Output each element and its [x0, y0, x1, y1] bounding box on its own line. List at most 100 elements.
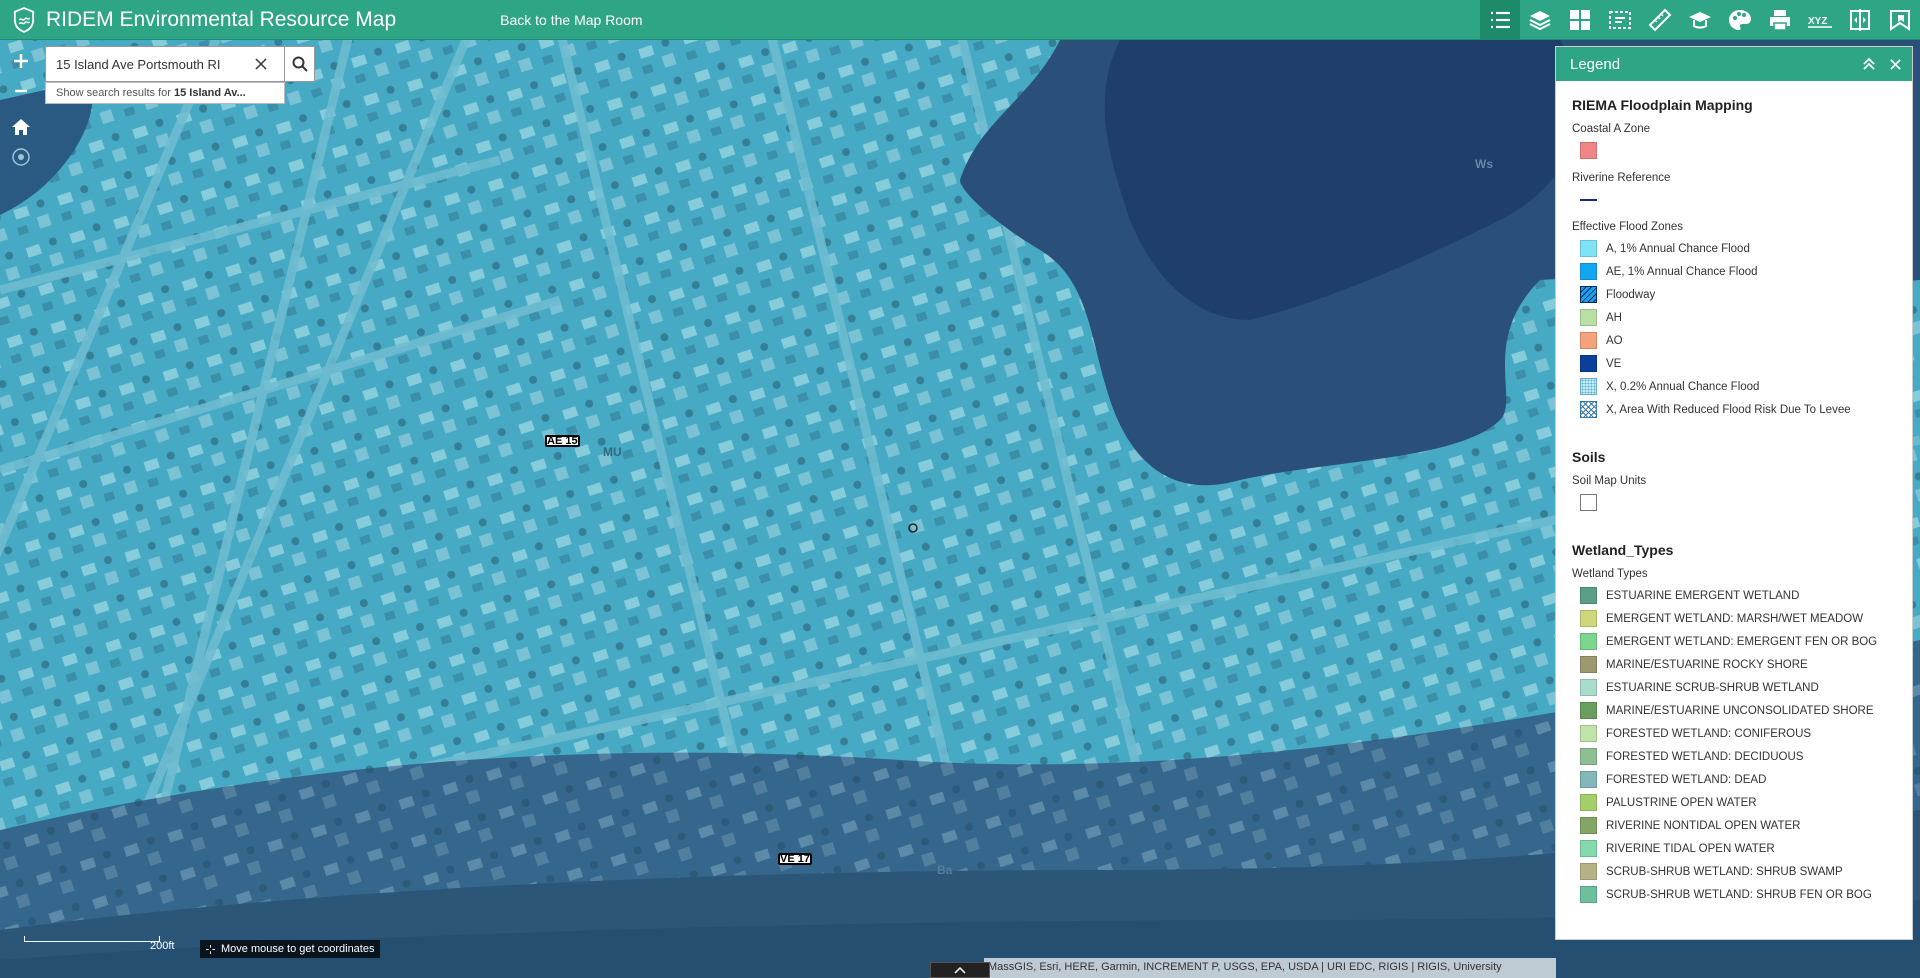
legend-swatch	[1580, 679, 1597, 696]
legend-swatch	[1580, 332, 1597, 349]
legend-swatch	[1580, 817, 1597, 834]
legend-item-label: EMERGENT WETLAND: EMERGENT FEN OR BOG	[1606, 635, 1878, 648]
legend-item: RIVERINE NONTIDAL OPEN WATER	[1572, 814, 1896, 837]
attribution-toggle-button[interactable]	[930, 962, 990, 978]
legend-item: X, 0.2% Annual Chance Flood	[1572, 375, 1896, 398]
measure-tool-button[interactable]	[1640, 0, 1680, 40]
legend-item: SCRUB-SHRUB WETLAND: SHRUB SWAMP	[1572, 860, 1896, 883]
legend-swatch	[1580, 142, 1597, 159]
legend-body: RIEMA Floodplain Mapping Coastal A Zone Ri…	[1556, 81, 1912, 928]
legend-item-label: FORESTED WETLAND: DECIDUOUS	[1606, 750, 1804, 763]
my-location-button[interactable]	[6, 142, 36, 172]
legend-group-title: Effective Flood Zones	[1572, 221, 1684, 233]
legend-item-label: AH	[1606, 311, 1622, 324]
basemap-gallery-icon	[1570, 10, 1590, 30]
legend-item: AO	[1572, 329, 1896, 352]
search-input[interactable]	[46, 56, 246, 72]
minus-icon	[15, 89, 27, 93]
layers-tool-button[interactable]	[1520, 0, 1560, 40]
education-tool-button[interactable]	[1680, 0, 1720, 40]
legend-swatch	[1580, 378, 1597, 395]
legend-collapse-button[interactable]	[1860, 55, 1878, 73]
swipe-icon	[1850, 9, 1870, 31]
zoom-out-button[interactable]	[6, 76, 36, 106]
legend-item: AE, 1% Annual Chance Flood	[1572, 260, 1896, 283]
xyz-coordinates-icon: XYZ	[1808, 16, 1832, 28]
zoom-in-button[interactable]	[6, 46, 36, 76]
legend-swatch	[1580, 610, 1597, 627]
legend-item-label: X, 0.2% Annual Chance Flood	[1606, 380, 1760, 393]
legend-item: MARINE/ESTUARINE UNCONSOLIDATED SHORE	[1572, 699, 1896, 722]
crosshair-icon	[206, 944, 215, 954]
legend-swatch	[1580, 494, 1597, 511]
legend-swatch	[1580, 771, 1597, 788]
basemap-gallery-button[interactable]	[1560, 0, 1600, 40]
legend-icon	[1491, 11, 1510, 29]
theme-tool-button[interactable]	[1720, 0, 1760, 40]
legend-item-label: MARINE/ESTUARINE ROCKY SHORE	[1606, 658, 1808, 671]
home-button[interactable]	[6, 112, 36, 142]
legend-item-label: X, Area With Reduced Flood Risk Due To L…	[1606, 403, 1851, 416]
double-chevron-up-icon	[1863, 57, 1875, 70]
legend-item-label: RIVERINE NONTIDAL OPEN WATER	[1606, 819, 1801, 832]
close-icon	[1889, 58, 1901, 70]
legend-item-label: ESTUARINE EMERGENT WETLAND	[1606, 589, 1800, 602]
app-window: RIDEM Environmental Resource Map Back to…	[0, 0, 1920, 978]
soil-label-ba: Ba	[937, 863, 953, 877]
search-button[interactable]	[285, 46, 315, 82]
swipe-tool-button[interactable]	[1840, 0, 1880, 40]
flood-zone-label-ae15: AE 15	[545, 435, 580, 447]
legend-group-title: Wetland Types	[1572, 568, 1648, 580]
coordinates-readout[interactable]: Move mouse to get coordinates	[200, 940, 381, 958]
select-tool-button[interactable]	[1600, 0, 1640, 40]
scale-label: 200ft	[150, 940, 175, 952]
legend-item: A, 1% Annual Chance Flood	[1572, 237, 1896, 260]
legend-swatch	[1580, 702, 1597, 719]
legend-swatch	[1580, 240, 1597, 257]
bookmark-tool-button[interactable]	[1880, 0, 1920, 40]
legend-item-label: ESTUARINE SCRUB-SHRUB WETLAND	[1606, 681, 1819, 694]
legend-swatch	[1580, 748, 1597, 765]
back-to-map-room-link[interactable]: Back to the Map Room	[500, 12, 642, 28]
search-icon	[292, 56, 308, 72]
app-header: RIDEM Environmental Resource Map Back to…	[0, 0, 1920, 40]
print-tool-button[interactable]	[1760, 0, 1800, 40]
legend-swatch	[1580, 886, 1597, 903]
legend-item: ESTUARINE SCRUB-SHRUB WETLAND	[1572, 676, 1896, 699]
legend-item: SCRUB-SHRUB WETLAND: SHRUB FEN OR BOG	[1572, 883, 1896, 906]
widget-toolbar: XYZ	[1480, 0, 1920, 40]
legend-group-title: Riverine Reference	[1572, 172, 1671, 184]
legend-item-label: MARINE/ESTUARINE UNCONSOLIDATED SHORE	[1606, 704, 1874, 717]
legend-swatch	[1580, 840, 1597, 857]
legend-swatch	[1580, 286, 1597, 303]
bookmark-icon	[1890, 10, 1910, 31]
legend-item-label: RIVERINE TIDAL OPEN WATER	[1606, 842, 1775, 855]
legend-item: PALUSTRINE OPEN WATER	[1572, 791, 1896, 814]
legend-tool-button[interactable]	[1480, 0, 1520, 40]
legend-item	[1572, 491, 1896, 514]
clear-search-button[interactable]	[246, 47, 276, 81]
legend-swatch	[1580, 656, 1597, 673]
suggestion-prefix: Show search results for	[56, 87, 174, 99]
legend-swatch	[1580, 587, 1597, 604]
search-suggestion[interactable]: Show search results for 15 Island Av...	[45, 82, 285, 104]
legend-item: FORESTED WETLAND: DEAD	[1572, 768, 1896, 791]
close-icon	[255, 58, 267, 70]
legend-close-button[interactable]	[1886, 55, 1904, 73]
legend-item: EMERGENT WETLAND: MARSH/WET MEADOW	[1572, 607, 1896, 630]
search-widget	[45, 46, 315, 82]
print-icon	[1770, 10, 1790, 31]
legend-item: ESTUARINE EMERGENT WETLAND	[1572, 584, 1896, 607]
locate-icon	[12, 148, 30, 166]
legend-item-label: SCRUB-SHRUB WETLAND: SHRUB SWAMP	[1606, 865, 1843, 878]
legend-item-label: FORESTED WETLAND: CONIFEROUS	[1606, 727, 1812, 740]
legend-item-label: AE, 1% Annual Chance Flood	[1606, 265, 1758, 278]
coordinates-tool-button[interactable]: XYZ	[1800, 0, 1840, 40]
svg-text:XYZ: XYZ	[1808, 16, 1827, 27]
scale-bar	[24, 936, 160, 942]
ridem-logo-icon	[8, 4, 40, 36]
legend-panel: Legend RIEMA Floodplain Mapping Coastal A…	[1555, 46, 1913, 940]
soil-label-mu: MU	[603, 445, 622, 459]
legend-swatch	[1580, 263, 1597, 280]
legend-item	[1572, 139, 1896, 162]
